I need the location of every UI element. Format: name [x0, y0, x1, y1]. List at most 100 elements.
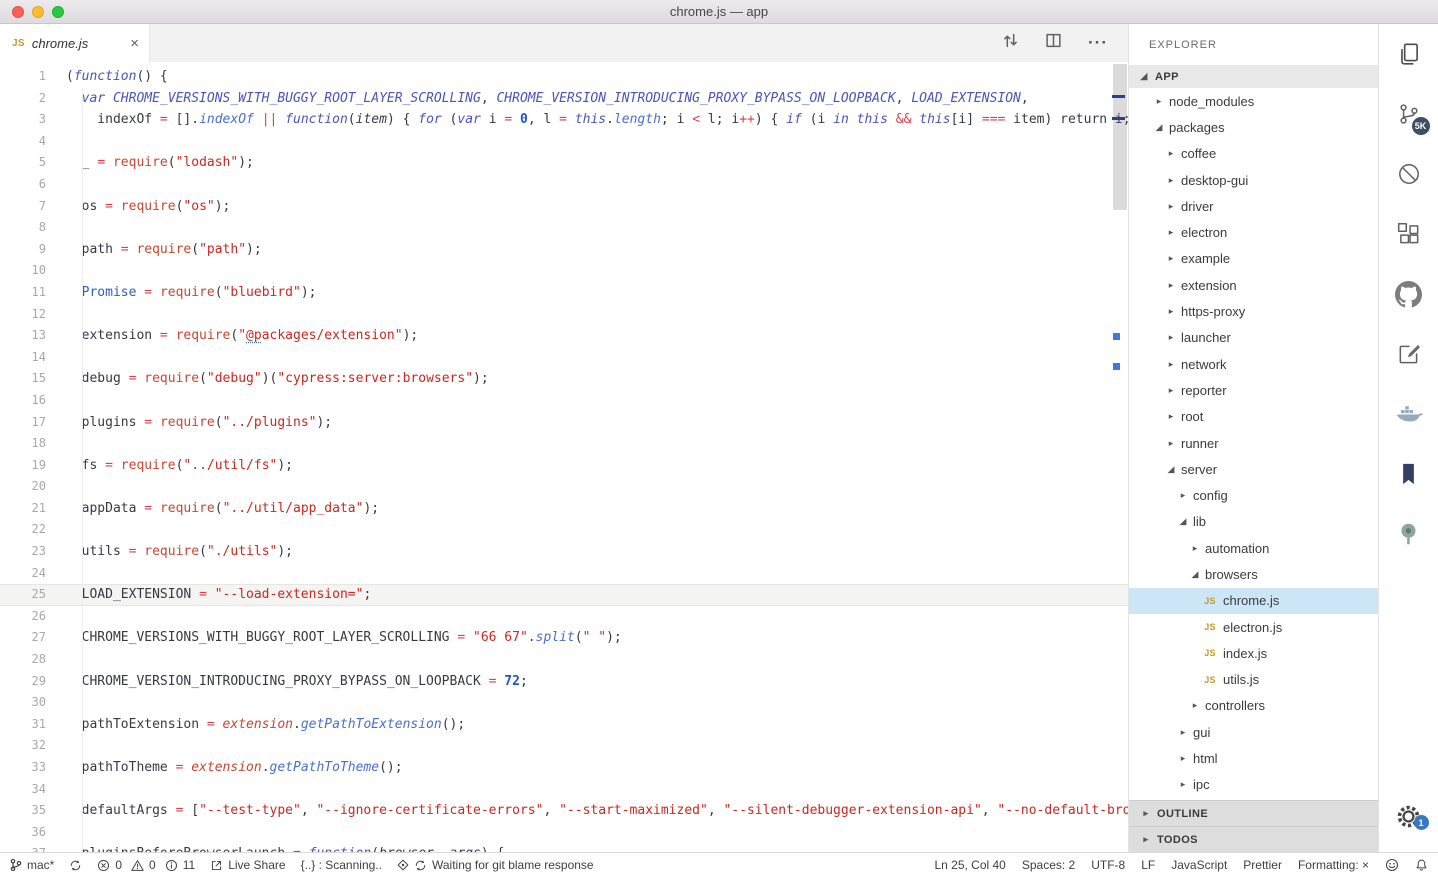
tree-item-controllers[interactable]: ▸controllers: [1129, 693, 1378, 719]
section-app[interactable]: ◢ APP: [1129, 65, 1378, 88]
status-scanning[interactable]: {..} : Scanning..: [301, 858, 382, 872]
status-eol[interactable]: LF: [1141, 858, 1155, 872]
code-line-9[interactable]: 9 path = require("path");: [0, 239, 1128, 261]
code-line-31[interactable]: 31 pathToExtension = extension.getPathTo…: [0, 714, 1128, 736]
line-number[interactable]: 9: [0, 239, 46, 261]
code-line-22[interactable]: 22: [0, 519, 1128, 541]
zoom-button[interactable]: [52, 6, 64, 18]
section-todos[interactable]: ▸ TODOS: [1129, 826, 1378, 852]
tree-item-reporter[interactable]: ▸reporter: [1129, 377, 1378, 403]
status-live-share[interactable]: Live Share: [210, 858, 285, 872]
overview-ruler[interactable]: [1111, 62, 1128, 852]
tree-item-electron[interactable]: ▸electron: [1129, 219, 1378, 245]
source-control-activity-button[interactable]: 5K: [1379, 84, 1438, 144]
line-number[interactable]: 23: [0, 541, 46, 563]
bookmarks-activity-button[interactable]: [1379, 444, 1438, 504]
line-number[interactable]: 32: [0, 735, 46, 757]
line-number[interactable]: 20: [0, 476, 46, 498]
code-line-28[interactable]: 28: [0, 649, 1128, 671]
status-notifications[interactable]: [1415, 858, 1428, 872]
code-line-25[interactable]: 25 LOAD_EXTENSION = "--load-extension=";: [0, 584, 1128, 606]
code-line-16[interactable]: 16: [0, 390, 1128, 412]
code-line-20[interactable]: 20: [0, 476, 1128, 498]
scrollbar-thumb[interactable]: [1113, 64, 1127, 210]
line-number[interactable]: 6: [0, 174, 46, 196]
status-branch[interactable]: mac*: [10, 858, 54, 872]
code-line-14[interactable]: 14: [0, 347, 1128, 369]
line-number[interactable]: 10: [0, 260, 46, 282]
tree-item-ipc[interactable]: ▸ipc: [1129, 772, 1378, 798]
line-number[interactable]: 4: [0, 131, 46, 153]
line-number[interactable]: 8: [0, 217, 46, 239]
tree-item-packages[interactable]: ◢packages: [1129, 114, 1378, 140]
tree-item-gui[interactable]: ▸gui: [1129, 719, 1378, 745]
tree-item-server[interactable]: ◢server: [1129, 456, 1378, 482]
code-line-4[interactable]: 4: [0, 131, 1128, 153]
status-feedback[interactable]: [1385, 858, 1399, 872]
status-formatting[interactable]: Formatting: ×: [1298, 858, 1369, 872]
code-line-33[interactable]: 33 pathToTheme = extension.getPathToThem…: [0, 757, 1128, 779]
code-line-13[interactable]: 13 extension = require("@packages/extens…: [0, 325, 1128, 347]
open-changes-button[interactable]: [1002, 32, 1019, 54]
code-line-19[interactable]: 19 fs = require("../util/fs");: [0, 455, 1128, 477]
status-cursor-position[interactable]: Ln 25, Col 40: [934, 858, 1005, 872]
code-line-23[interactable]: 23 utils = require("./utils");: [0, 541, 1128, 563]
code-line-2[interactable]: 2 var CHROME_VERSIONS_WITH_BUGGY_ROOT_LA…: [0, 88, 1128, 110]
tree-item-https-proxy[interactable]: ▸https-proxy: [1129, 298, 1378, 324]
line-number[interactable]: 28: [0, 649, 46, 671]
line-number[interactable]: 24: [0, 563, 46, 585]
line-number[interactable]: 27: [0, 627, 46, 649]
status-language[interactable]: JavaScript: [1171, 858, 1227, 872]
line-number[interactable]: 3: [0, 109, 46, 131]
line-number[interactable]: 19: [0, 455, 46, 477]
tree-item-index-js[interactable]: JSindex.js: [1129, 640, 1378, 666]
code-line-26[interactable]: 26: [0, 606, 1128, 628]
code-line-7[interactable]: 7 os = require("os");: [0, 196, 1128, 218]
pin-activity-button[interactable]: [1379, 504, 1438, 564]
code-line-37[interactable]: 37 pluginsBeforeBrowserLaunch = function…: [0, 843, 1128, 852]
tree-item-network[interactable]: ▸network: [1129, 351, 1378, 377]
tree-item-root[interactable]: ▸root: [1129, 404, 1378, 430]
code-line-35[interactable]: 35 defaultArgs = ["--test-type", "--igno…: [0, 800, 1128, 822]
close-button[interactable]: [12, 6, 24, 18]
line-number[interactable]: 35: [0, 800, 46, 822]
code-line-36[interactable]: 36: [0, 822, 1128, 844]
tree-item-config[interactable]: ▸config: [1129, 482, 1378, 508]
tree-item-driver[interactable]: ▸driver: [1129, 193, 1378, 219]
tree-item-browsers[interactable]: ◢browsers: [1129, 561, 1378, 587]
status-indentation[interactable]: Spaces: 2: [1022, 858, 1075, 872]
line-number[interactable]: 13: [0, 325, 46, 347]
code-line-15[interactable]: 15 debug = require("debug")("cypress:ser…: [0, 368, 1128, 390]
line-number[interactable]: 31: [0, 714, 46, 736]
line-number[interactable]: 15: [0, 368, 46, 390]
tree-item-extension[interactable]: ▸extension: [1129, 272, 1378, 298]
code-line-34[interactable]: 34: [0, 779, 1128, 801]
code-line-12[interactable]: 12: [0, 304, 1128, 326]
tree-item-coffee[interactable]: ▸coffee: [1129, 141, 1378, 167]
line-number[interactable]: 18: [0, 433, 46, 455]
tree-item-utils-js[interactable]: JSutils.js: [1129, 667, 1378, 693]
line-number[interactable]: 5: [0, 152, 46, 174]
status-sync[interactable]: [69, 859, 82, 872]
tree-item-electron-js[interactable]: JSelectron.js: [1129, 614, 1378, 640]
line-number[interactable]: 22: [0, 519, 46, 541]
line-number[interactable]: 2: [0, 88, 46, 110]
code-line-30[interactable]: 30: [0, 692, 1128, 714]
status-prettier[interactable]: Prettier: [1243, 858, 1282, 872]
code-line-6[interactable]: 6: [0, 174, 1128, 196]
line-number[interactable]: 1: [0, 66, 46, 88]
code-line-29[interactable]: 29 CHROME_VERSION_INTRODUCING_PROXY_BYPA…: [0, 671, 1128, 693]
code-line-10[interactable]: 10: [0, 260, 1128, 282]
status-git-blame[interactable]: Waiting for git blame response: [397, 858, 594, 872]
tree-item-node-modules[interactable]: ▸node_modules: [1129, 88, 1378, 114]
line-number[interactable]: 34: [0, 779, 46, 801]
tree-item-chrome-js[interactable]: JSchrome.js: [1129, 588, 1378, 614]
debug-activity-button[interactable]: [1379, 144, 1438, 204]
code-line-24[interactable]: 24: [0, 563, 1128, 585]
tree-item-runner[interactable]: ▸runner: [1129, 430, 1378, 456]
code-line-5[interactable]: 5 _ = require("lodash");: [0, 152, 1128, 174]
split-editor-button[interactable]: [1045, 32, 1062, 54]
extensions-activity-button[interactable]: [1379, 204, 1438, 264]
line-number[interactable]: 36: [0, 822, 46, 844]
tree-item-lib[interactable]: ◢lib: [1129, 509, 1378, 535]
